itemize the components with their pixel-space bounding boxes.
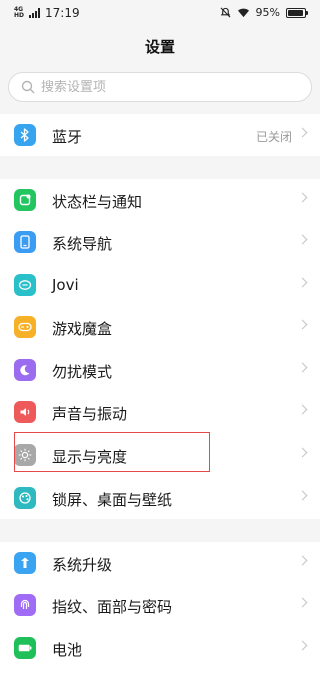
setting-row-navigation[interactable]: 系统导航 (0, 221, 320, 263)
chevron-right-icon (297, 490, 308, 501)
setting-row-wallpaper[interactable]: 锁屏、桌面与壁纸 (0, 477, 320, 519)
notification-icon (14, 189, 36, 211)
chevron-right-icon (297, 127, 308, 138)
setting-label: 蓝牙 (52, 128, 83, 146)
sound-icon (14, 401, 36, 423)
game-icon (14, 316, 36, 338)
setting-label: 锁屏、桌面与壁纸 (52, 491, 173, 509)
setting-label: 状态栏与通知 (52, 193, 143, 211)
setting-row-status-bar[interactable]: 状态栏与通知 (0, 179, 320, 221)
setting-row-jovi[interactable]: Jovi (0, 264, 320, 306)
alarm-off-icon (220, 7, 231, 18)
setting-label: 声音与振动 (52, 405, 128, 423)
search-input[interactable] (41, 79, 291, 95)
setting-label: Jovi (52, 276, 79, 294)
chevron-right-icon (297, 597, 308, 608)
chevron-right-icon (297, 447, 308, 458)
upgrade-icon (14, 552, 36, 574)
chevron-right-icon (297, 362, 308, 373)
moon-icon (14, 359, 36, 381)
settings-group-device: 系统升级 指纹、面部与密码 电池 (0, 542, 320, 675)
highlight-box (14, 432, 210, 472)
fingerprint-icon (14, 594, 36, 616)
chevron-right-icon (297, 404, 308, 415)
setting-label: 勿扰模式 (52, 363, 113, 381)
network-sub: HD (14, 12, 25, 19)
chevron-right-icon (297, 277, 308, 288)
wifi-icon (237, 8, 249, 18)
search-icon (21, 80, 35, 94)
status-right: 95% (220, 6, 308, 19)
signal-icon (29, 8, 40, 18)
search-bar[interactable] (8, 72, 312, 102)
setting-label: 电池 (52, 641, 83, 659)
setting-row-bluetooth[interactable]: 蓝牙 已关闭 (0, 114, 320, 156)
setting-label: 游戏魔盒 (52, 320, 113, 338)
setting-label: 系统导航 (52, 235, 113, 253)
setting-row-game[interactable]: 游戏魔盒 (0, 306, 320, 348)
status-left: 4G HD 17:19 (14, 6, 80, 20)
setting-label: 系统升级 (52, 556, 113, 574)
wallpaper-icon (14, 487, 36, 509)
settings-group-connectivity: 蓝牙 已关闭 (0, 114, 320, 156)
chevron-right-icon (297, 555, 308, 566)
setting-row-do-not-disturb[interactable]: 勿扰模式 (0, 349, 320, 391)
battery-icon (286, 7, 308, 18)
setting-value: 已关闭 (255, 130, 292, 144)
setting-row-fingerprint[interactable]: 指纹、面部与密码 (0, 584, 320, 626)
clock: 17:19 (45, 6, 80, 20)
page-title: 设置 (144, 38, 175, 56)
status-bar: 4G HD 17:19 95% (0, 0, 320, 26)
chevron-right-icon (297, 234, 308, 245)
setting-label: 指纹、面部与密码 (52, 598, 173, 616)
chevron-right-icon (297, 319, 308, 330)
jovi-icon (14, 274, 36, 296)
battery-setting-icon (14, 637, 36, 659)
battery-percent: 95% (255, 6, 280, 19)
setting-row-system-upgrade[interactable]: 系统升级 (0, 542, 320, 584)
network-indicator: 4G HD (14, 7, 28, 19)
bluetooth-icon (14, 124, 36, 146)
setting-row-sound[interactable]: 声音与振动 (0, 391, 320, 433)
setting-row-battery[interactable]: 电池 (0, 627, 320, 669)
chevron-right-icon (297, 192, 308, 203)
chevron-right-icon (297, 640, 308, 651)
navigation-icon (14, 231, 36, 253)
